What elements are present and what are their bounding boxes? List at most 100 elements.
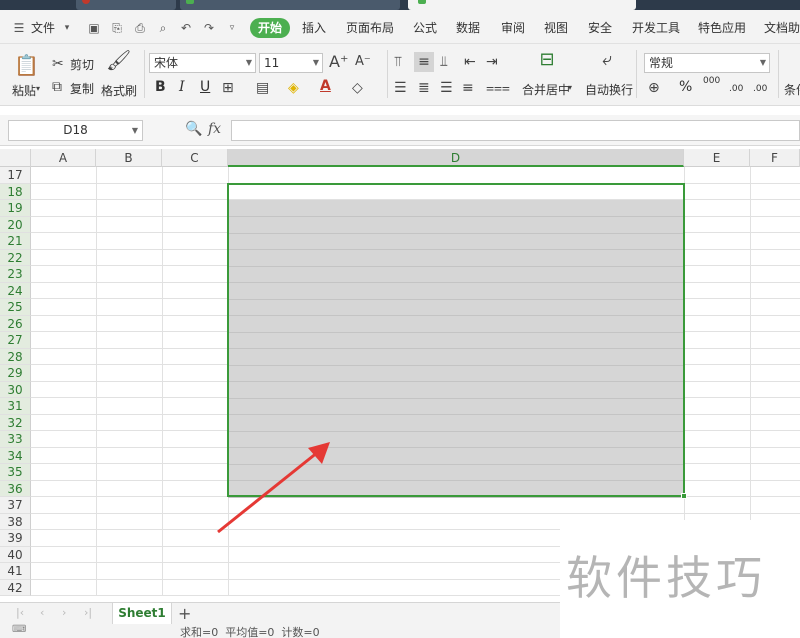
add-sheet-button[interactable]: + — [178, 604, 191, 623]
wrap-text-icon[interactable]: ⤶ — [595, 51, 619, 69]
align-middle-icon[interactable]: ≡ — [414, 52, 434, 72]
row-header-34[interactable]: 34 — [0, 447, 31, 464]
chevron-down-icon[interactable]: ▾ — [60, 21, 74, 35]
decrease-decimal-button[interactable]: .00 — [753, 84, 767, 94]
next-sheet-icon[interactable]: › — [62, 606, 66, 619]
column-header-f[interactable]: F — [750, 149, 800, 167]
cut-button[interactable]: 剪切 — [70, 56, 94, 73]
format-painter-button[interactable]: 格式刷 — [101, 82, 137, 99]
row-header-36[interactable]: 36 — [0, 480, 31, 497]
copy-icon[interactable]: ⧉ — [52, 79, 62, 95]
paste-chevron-icon[interactable]: ▾ — [36, 81, 40, 97]
menu-data[interactable]: 数据 — [456, 19, 480, 36]
row-header-25[interactable]: 25 — [0, 299, 31, 316]
menu-insert[interactable]: 插入 — [302, 19, 326, 36]
hamburger-icon[interactable]: ☰ — [12, 21, 26, 35]
tab-workbook-active[interactable] — [408, 0, 636, 10]
fill-handle[interactable] — [681, 493, 687, 499]
scissors-icon[interactable]: ✂ — [52, 56, 64, 72]
merge-center-icon[interactable]: ⊟ — [535, 51, 559, 69]
row-header-29[interactable]: 29 — [0, 365, 31, 382]
merge-chevron-icon[interactable]: ▾ — [568, 80, 572, 96]
currency-icon[interactable]: ⊕ — [648, 80, 660, 96]
italic-button[interactable]: I — [179, 79, 185, 95]
justify-icon[interactable]: ≡ — [462, 80, 474, 96]
row-header-20[interactable]: 20 — [0, 216, 31, 233]
column-header-c[interactable]: C — [162, 149, 228, 167]
merge-center-button[interactable]: 合并居中 — [522, 81, 570, 98]
row-header-18[interactable]: 18 — [0, 183, 31, 200]
decrease-indent-icon[interactable]: ⇤ — [464, 54, 476, 70]
align-bottom-icon[interactable]: ⫫ — [440, 54, 448, 70]
first-sheet-icon[interactable]: |‹ — [16, 606, 24, 619]
percent-button[interactable]: % — [679, 79, 692, 95]
align-top-icon[interactable]: ⫪ — [394, 54, 402, 70]
menu-security[interactable]: 安全 — [588, 19, 612, 36]
paste-icon[interactable]: 📋 — [14, 54, 39, 76]
undo-icon[interactable]: ↶ — [179, 21, 193, 35]
formula-input[interactable] — [231, 120, 800, 141]
font-grow-icon[interactable]: A⁺ — [329, 54, 348, 70]
menu-review[interactable]: 审阅 — [501, 19, 525, 36]
column-header-a[interactable]: A — [31, 149, 96, 167]
sheet-tab-sheet1[interactable]: Sheet1 — [112, 603, 172, 624]
column-header-e[interactable]: E — [684, 149, 750, 167]
menu-special[interactable]: 特色应用 — [698, 19, 746, 36]
column-header-d[interactable]: D — [228, 149, 684, 167]
print-icon[interactable]: ⎙ — [133, 21, 147, 35]
cell-fill-style-icon[interactable]: ▤ — [256, 80, 269, 96]
increase-indent-icon[interactable]: ⇥ — [486, 54, 498, 70]
row-header-41[interactable]: 41 — [0, 563, 31, 580]
row-header-33[interactable]: 33 — [0, 431, 31, 448]
distributed-icon[interactable]: ⩶ — [486, 80, 510, 96]
column-header-b[interactable]: B — [96, 149, 162, 167]
conditional-format-button[interactable]: 条件 — [784, 81, 800, 98]
number-format-select[interactable]: 常规 ▼ — [644, 53, 770, 73]
last-sheet-icon[interactable]: ›| — [84, 606, 92, 619]
eraser-icon[interactable]: ◇ — [352, 80, 363, 96]
align-center-icon[interactable]: ≣ — [418, 80, 430, 96]
paste-button[interactable]: 粘贴 — [12, 82, 36, 99]
font-shrink-icon[interactable]: A⁻ — [355, 54, 371, 70]
menu-developer[interactable]: 开发工具 — [632, 19, 680, 36]
status-icon[interactable]: ⌨ — [12, 624, 26, 635]
row-header-22[interactable]: 22 — [0, 249, 31, 266]
row-header-35[interactable]: 35 — [0, 464, 31, 481]
font-name-select[interactable]: 宋体 ▼ — [149, 53, 256, 73]
row-header-39[interactable]: 39 — [0, 530, 31, 547]
tab-workbook[interactable] — [180, 0, 400, 10]
align-right-icon[interactable]: ☰ — [440, 80, 453, 96]
wrap-text-button[interactable]: 自动换行 — [585, 81, 633, 98]
row-header-40[interactable]: 40 — [0, 546, 31, 563]
borders-icon[interactable]: ⊞ — [222, 80, 234, 96]
menu-file[interactable]: 文件 — [31, 19, 55, 36]
row-header-31[interactable]: 31 — [0, 398, 31, 415]
output-pdf-icon[interactable]: ⎘ — [110, 21, 124, 35]
menu-home-active[interactable]: 开始 — [250, 18, 290, 38]
thousands-button[interactable]: 000 — [703, 76, 720, 86]
row-header-42[interactable]: 42 — [0, 579, 31, 596]
tab-wps[interactable] — [0, 0, 68, 10]
name-box[interactable]: D18 ▼ — [8, 120, 143, 141]
font-color-icon[interactable]: A — [320, 78, 331, 94]
menu-page-layout[interactable]: 页面布局 — [346, 19, 394, 36]
prev-sheet-icon[interactable]: ‹ — [40, 606, 44, 619]
save-icon[interactable]: ▣ — [87, 21, 101, 35]
row-header-19[interactable]: 19 — [0, 200, 31, 217]
row-header-24[interactable]: 24 — [0, 282, 31, 299]
row-header-37[interactable]: 37 — [0, 497, 31, 514]
row-header-30[interactable]: 30 — [0, 381, 31, 398]
row-header-26[interactable]: 26 — [0, 315, 31, 332]
menu-doc-assistant[interactable]: 文档助手 — [764, 19, 800, 36]
row-header-21[interactable]: 21 — [0, 233, 31, 250]
font-size-select[interactable]: 11 ▼ — [259, 53, 323, 73]
increase-decimal-button[interactable]: .00 — [729, 84, 743, 94]
row-header-17[interactable]: 17 — [0, 167, 31, 184]
underline-button[interactable]: U — [200, 79, 210, 95]
row-header-23[interactable]: 23 — [0, 266, 31, 283]
row-header-32[interactable]: 32 — [0, 414, 31, 431]
align-left-icon[interactable]: ☰ — [394, 80, 407, 96]
tab-docer[interactable] — [76, 0, 176, 10]
menu-view[interactable]: 视图 — [544, 19, 568, 36]
row-header-27[interactable]: 27 — [0, 332, 31, 349]
